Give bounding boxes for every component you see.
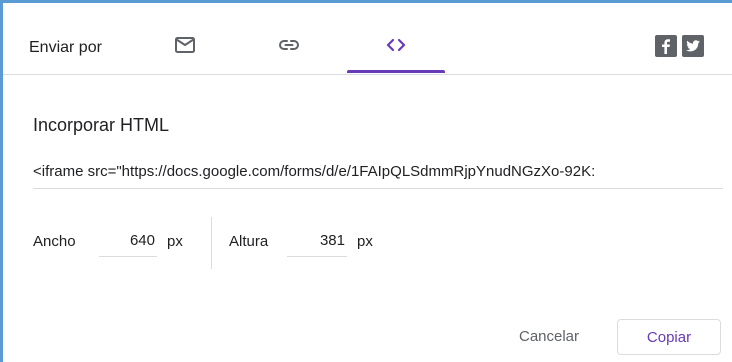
twitter-icon: [686, 40, 700, 52]
send-tab-bar: Enviar por: [3, 3, 732, 75]
embed-code-field[interactable]: <iframe src="https://docs.google.com/for…: [33, 155, 723, 189]
active-tab-indicator: [347, 70, 445, 73]
tab-link[interactable]: [259, 25, 319, 73]
dimensions-divider: [211, 217, 212, 269]
share-facebook-button[interactable]: [655, 35, 677, 57]
link-icon: [279, 40, 299, 50]
height-label: Altura: [229, 233, 269, 250]
tab-email[interactable]: [155, 25, 215, 73]
width-input[interactable]: 640: [99, 227, 157, 257]
facebook-icon: [662, 39, 670, 54]
copy-button[interactable]: Copiar: [617, 319, 721, 355]
embed-html-title: Incorporar HTML: [33, 115, 170, 135]
width-label: Ancho: [33, 233, 76, 250]
code-icon: [386, 38, 406, 52]
width-unit: px: [167, 233, 183, 250]
share-twitter-button[interactable]: [682, 35, 704, 57]
email-icon: [175, 37, 195, 53]
send-form-dialog: Enviar por Incorporar HTML <iframe src="…: [0, 0, 732, 362]
height-unit: px: [357, 233, 373, 250]
tab-embed-html[interactable]: [347, 25, 445, 73]
cancel-button[interactable]: Cancelar: [501, 319, 597, 355]
height-input[interactable]: 381: [287, 227, 347, 257]
send-via-label: Enviar por: [29, 39, 102, 56]
